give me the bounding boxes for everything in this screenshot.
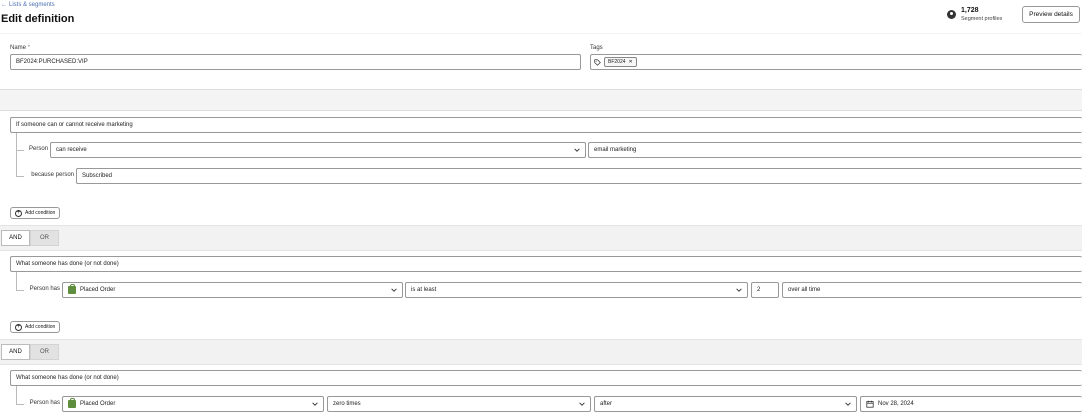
logic-band [0, 226, 1082, 250]
chevron-down-icon [312, 402, 318, 406]
name-label: Name * [10, 45, 31, 51]
plus-circle-icon: + [15, 323, 22, 331]
marketing-consent-select[interactable]: can receive [50, 142, 586, 158]
consent-reason-select[interactable]: Subscribed [76, 168, 1082, 184]
time-operator-select[interactable]: after [594, 396, 857, 412]
chevron-down-icon [845, 402, 851, 406]
plus-circle-icon: + [15, 209, 22, 217]
top-bar [0, 0, 1082, 33]
timeframe-select[interactable]: over all time [782, 282, 1082, 298]
date-picker[interactable]: Nov 28, 2024 [860, 396, 1082, 412]
row-label: Person has [29, 400, 60, 406]
marketing-channel-select[interactable]: email marketing [588, 142, 1082, 158]
user-circle-icon [947, 10, 956, 19]
page-title: Edit definition [1, 13, 75, 25]
metric-select[interactable]: Placed Order [62, 282, 403, 298]
and-toggle-option[interactable]: AND [1, 344, 30, 360]
and-or-toggle[interactable]: AND OR [1, 344, 59, 360]
row-label: because person [31, 172, 74, 178]
tree-branch [16, 176, 24, 177]
close-icon[interactable]: ✕ [629, 59, 633, 65]
tag-icon [594, 58, 601, 66]
tree-branch [16, 150, 24, 151]
shopify-icon [68, 398, 76, 408]
tree-branch [16, 290, 24, 291]
add-condition-button[interactable]: + Add condition [10, 321, 61, 333]
or-toggle-option[interactable]: OR [30, 344, 59, 360]
chevron-down-icon [736, 288, 742, 292]
and-or-toggle[interactable]: AND OR [1, 230, 59, 246]
tag-chip-label: BF2024 [608, 59, 626, 65]
profiles-number: 1,728 [961, 7, 979, 14]
divider [0, 364, 1082, 365]
chevron-down-icon [391, 288, 397, 292]
tree-line [16, 272, 17, 290]
or-toggle-option[interactable]: OR [30, 230, 59, 246]
count-input[interactable]: 2 [751, 282, 779, 298]
operator-select[interactable]: is at least [405, 282, 748, 298]
logic-band [0, 340, 1082, 364]
and-toggle-option[interactable]: AND [1, 230, 30, 246]
chevron-down-icon [574, 148, 580, 152]
tags-input[interactable]: BF2024 ✕ [590, 54, 1082, 70]
row-label: Person [28, 146, 48, 152]
add-condition-button[interactable]: + Add condition [10, 207, 61, 219]
back-link-label: Lists & segments [9, 2, 55, 8]
required-mark: * [27, 45, 31, 51]
operator-select[interactable]: zero times [327, 396, 591, 412]
profiles-label: Segment profiles [961, 16, 1003, 22]
preview-details-button[interactable]: Preview details [1022, 6, 1080, 23]
calendar-icon [866, 400, 874, 408]
tags-label: Tags [590, 45, 603, 51]
condition-group-header[interactable]: What someone has done (or not done) [10, 370, 1082, 386]
row-label: Person has [29, 286, 60, 292]
arrow-left-icon: ← [1, 2, 7, 8]
condition-group-header[interactable]: What someone has done (or not done) [10, 256, 1082, 272]
name-input[interactable]: BF2024:PURCHASED:VIP [10, 54, 581, 70]
shopify-icon [68, 284, 76, 294]
condition-group-header[interactable]: If someone can or cannot receive marketi… [10, 117, 1082, 133]
tree-line [16, 133, 17, 176]
tag-chip: BF2024 ✕ [604, 57, 637, 67]
tree-line [16, 386, 17, 404]
chevron-down-icon [579, 402, 585, 406]
back-link[interactable]: ← Lists & segments [1, 2, 55, 8]
metric-select[interactable]: Placed Order [62, 396, 324, 412]
tree-branch [16, 404, 24, 405]
segment-profiles-count: 1,728 Segment profiles [947, 7, 1002, 22]
divider [0, 250, 1082, 251]
